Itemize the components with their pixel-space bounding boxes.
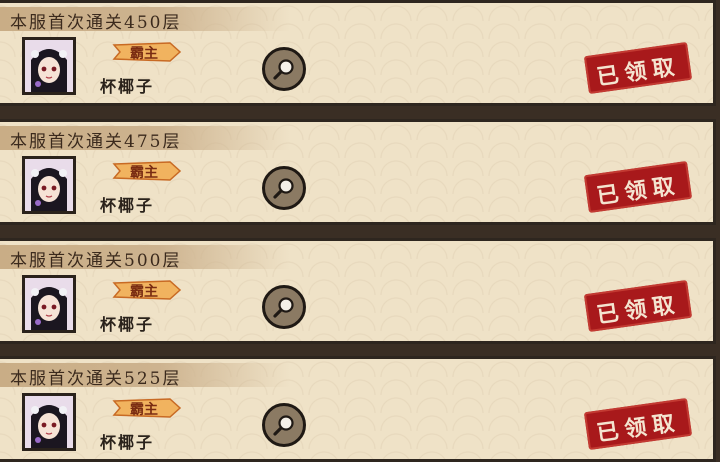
title-badge-label: 霸主	[130, 402, 158, 418]
player-avatar[interactable]	[22, 275, 76, 333]
magnifier-icon	[273, 415, 294, 436]
claimed-stamp: 已领取	[583, 41, 693, 95]
magnifier-icon	[273, 178, 294, 199]
player-avatar[interactable]	[22, 156, 76, 214]
record-title: 本服首次通关450层	[10, 13, 182, 33]
record-card: 本服首次通关500层 霸主 杯椰子 已领取	[0, 238, 716, 344]
player-name: 杯椰子	[100, 196, 155, 215]
claimed-status: 已领取	[595, 53, 682, 91]
record-title: 本服首次通关525层	[10, 369, 182, 389]
first-clear-record-list: 本服首次通关450层 霸主 杯椰子 已领取 本服首次通关475层 霸主 杯椰子 …	[0, 0, 720, 462]
magnifier-icon	[273, 59, 294, 80]
record-card: 本服首次通关475层 霸主 杯椰子 已领取	[0, 119, 716, 225]
player-name: 杯椰子	[100, 315, 155, 334]
claimed-stamp: 已领取	[583, 160, 693, 214]
title-badge-label: 霸主	[130, 46, 158, 62]
claimed-stamp: 已领取	[583, 279, 693, 333]
claimed-status: 已领取	[595, 291, 682, 329]
player-name: 杯椰子	[100, 433, 155, 452]
title-badge-label: 霸主	[130, 284, 158, 300]
claimed-stamp: 已领取	[583, 397, 693, 451]
view-details-button[interactable]	[262, 47, 306, 91]
player-name: 杯椰子	[100, 77, 155, 96]
view-details-button[interactable]	[262, 403, 306, 447]
player-avatar[interactable]	[22, 393, 76, 451]
title-badge-label: 霸主	[130, 165, 158, 181]
record-title: 本服首次通关475层	[10, 132, 182, 152]
view-details-button[interactable]	[262, 166, 306, 210]
record-title: 本服首次通关500层	[10, 251, 182, 271]
record-card: 本服首次通关450层 霸主 杯椰子 已领取	[0, 0, 716, 106]
claimed-status: 已领取	[595, 409, 682, 447]
claimed-status: 已领取	[595, 172, 682, 210]
player-avatar[interactable]	[22, 37, 76, 95]
view-details-button[interactable]	[262, 285, 306, 329]
magnifier-icon	[273, 297, 294, 318]
record-card: 本服首次通关525层 霸主 杯椰子 已领取	[0, 356, 716, 462]
